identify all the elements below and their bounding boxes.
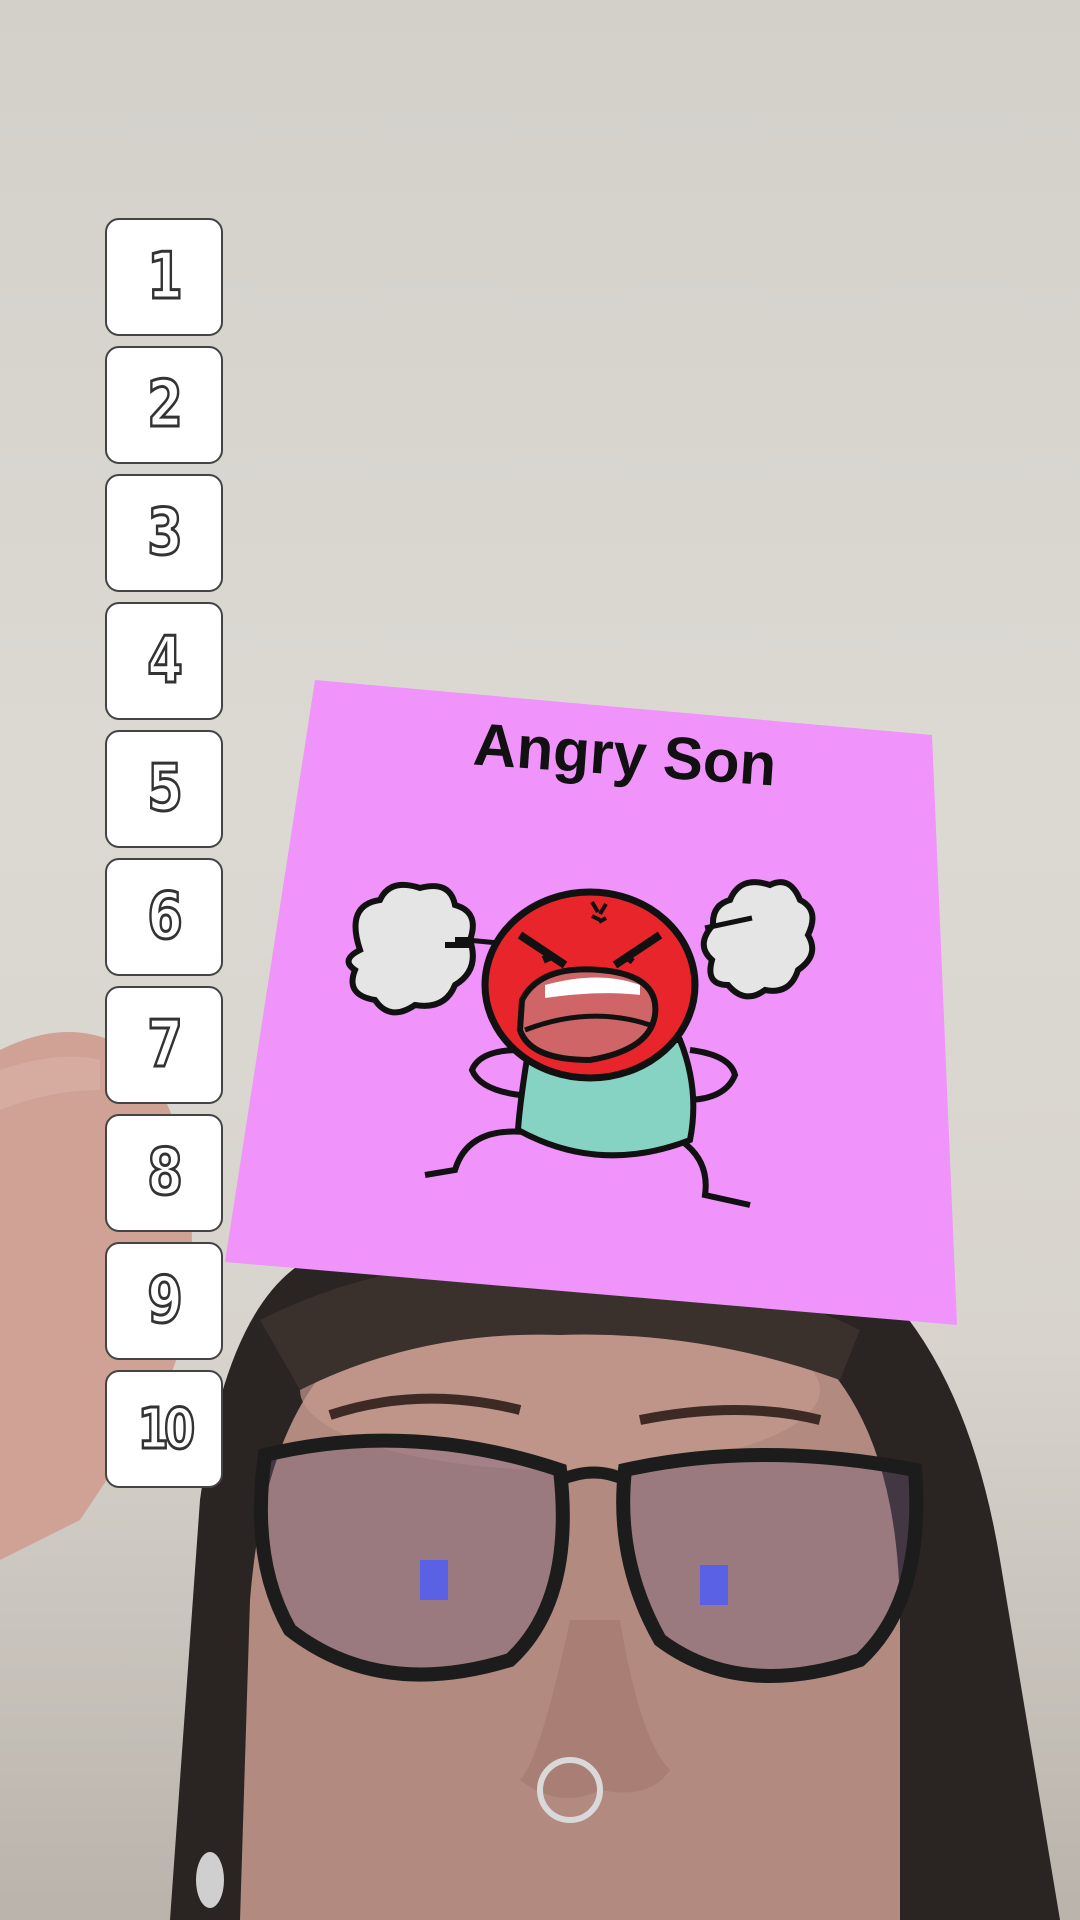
rank-slot-7[interactable]: 7: [105, 986, 223, 1104]
ranking-column: 1 2 3 4 5 6 7 8 9 10: [105, 218, 227, 1498]
rank-number: 8: [146, 1135, 184, 1212]
rank-slot-2[interactable]: 2: [105, 346, 223, 464]
rank-number: 1: [146, 239, 184, 316]
rank-number: 2: [146, 367, 184, 444]
rank-number: 4: [146, 623, 184, 700]
rank-slot-4[interactable]: 4: [105, 602, 223, 720]
rank-number: 9: [146, 1263, 184, 1340]
rank-number: 7: [146, 1007, 184, 1084]
rank-slot-5[interactable]: 5: [105, 730, 223, 848]
rank-slot-6[interactable]: 6: [105, 858, 223, 976]
rank-number: 3: [146, 495, 184, 572]
rank-number: 10: [136, 1395, 196, 1463]
rank-slot-8[interactable]: 8: [105, 1114, 223, 1232]
rank-number: 5: [146, 751, 184, 828]
rank-slot-3[interactable]: 3: [105, 474, 223, 592]
camera-feed: 1 2 3 4 5 6 7 8 9 10 Angry Son: [0, 0, 1080, 1920]
rank-number: 6: [146, 879, 184, 956]
rank-slot-9[interactable]: 9: [105, 1242, 223, 1360]
rank-slot-10[interactable]: 10: [105, 1370, 223, 1488]
rank-slot-1[interactable]: 1: [105, 218, 223, 336]
